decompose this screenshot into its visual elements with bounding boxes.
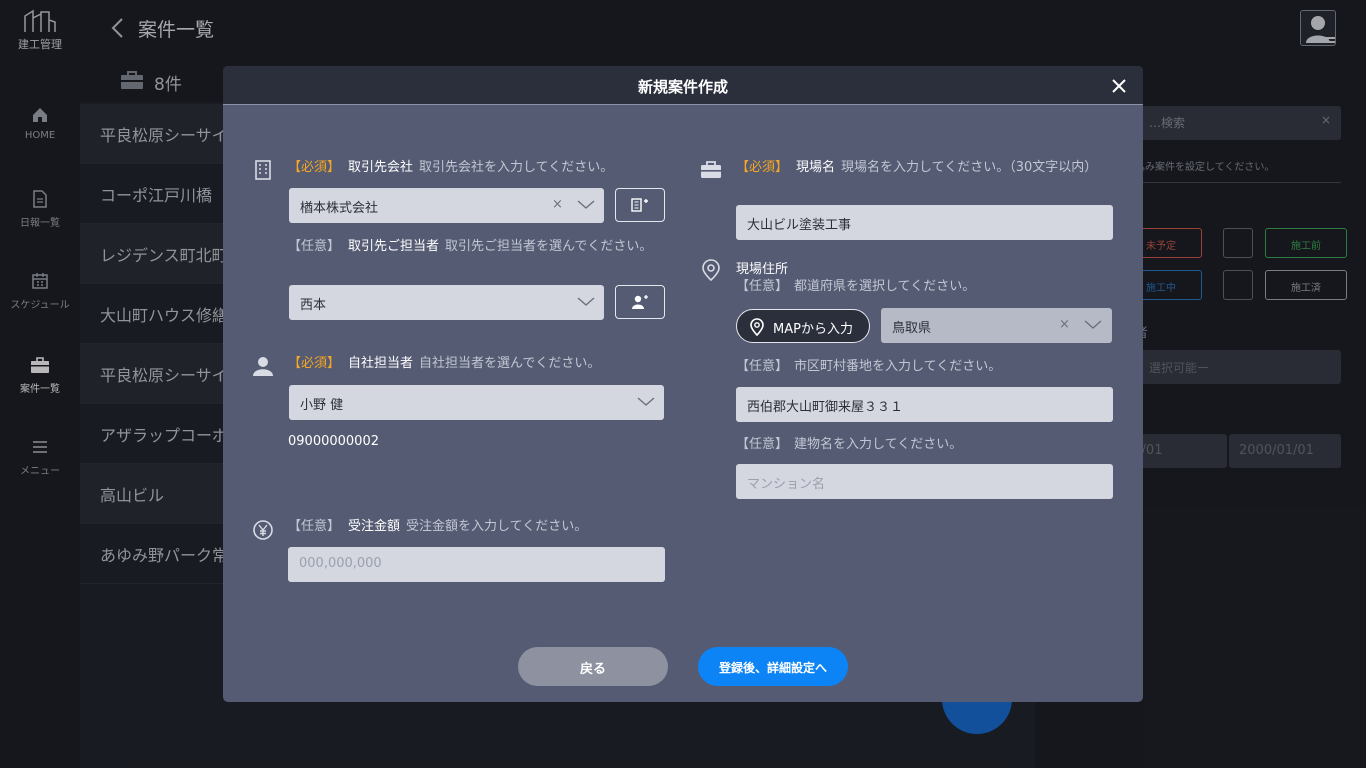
yen-icon	[253, 520, 273, 540]
city-value: 西伯郡大山町御来屋３３１	[747, 400, 904, 415]
back-button[interactable]: 戻る	[518, 647, 668, 686]
optional-tag: 【任意】	[736, 279, 789, 294]
own-contact-label-text: 自社担当者	[348, 356, 414, 371]
modal-header: 新規案件作成	[223, 66, 1143, 105]
building-hint: 建物名を入力してください。	[794, 437, 963, 452]
prefecture-value: 鳥取県	[892, 321, 932, 336]
site-name-value: 大山ビル塗装工事	[747, 218, 852, 233]
clear-icon[interactable]: ×	[552, 197, 563, 212]
client-contact-label: 【任意】 取引先ご担当者 取引先ご担当者を選んでください。	[288, 238, 658, 255]
prefecture-select[interactable]: 鳥取県 ×	[881, 308, 1112, 343]
person-icon	[253, 357, 273, 376]
optional-tag: 【任意】	[288, 239, 341, 254]
client-contact-select[interactable]: 西本	[289, 285, 604, 320]
modal-title: 新規案件作成	[637, 78, 728, 96]
client-contact-hint: 取引先ご担当者を選んでください。	[445, 239, 653, 254]
own-contact-hint: 自社担当者を選んでください。	[419, 356, 601, 371]
optional-tag: 【任意】	[736, 359, 789, 374]
site-name-label-text: 現場名	[796, 160, 836, 175]
city-input[interactable]: 西伯郡大山町御来屋３３１	[736, 387, 1113, 422]
add-person-icon	[632, 295, 648, 309]
own-contact-label: 【必須】 自社担当者 自社担当者を選んでください。	[288, 355, 600, 372]
amount-label: 【任意】 受注金額 受注金額を入力してください。	[288, 518, 587, 535]
building-label: 【任意】 建物名を入力してください。	[736, 436, 962, 453]
own-contact-value: 小野 健	[300, 398, 344, 413]
chevron-down-icon[interactable]	[577, 294, 595, 308]
add-client-button[interactable]	[615, 188, 665, 222]
amount-hint: 受注金額を入力してください。	[406, 519, 588, 534]
new-project-modal: 新規案件作成 【必須】 取引先会社 取引先会社を入力してください。 楢本株式会社 ×…	[223, 66, 1143, 702]
add-client-contact-button[interactable]	[615, 285, 665, 319]
building-placeholder: マンション名	[747, 477, 826, 492]
prefecture-label: 【任意】 都道府県を選択してください。	[736, 278, 975, 295]
prefecture-hint: 都道府県を選択してください。	[794, 279, 976, 294]
site-address-label: 現場住所	[736, 262, 789, 277]
required-tag: 【必須】	[288, 356, 341, 371]
amount-label-text: 受注金額	[348, 519, 401, 534]
client-value: 楢本株式会社	[300, 201, 379, 216]
building-icon	[255, 160, 271, 180]
map-button-label: MAPから入力	[773, 322, 853, 337]
chevron-down-icon[interactable]	[1084, 317, 1102, 331]
location-pin-icon	[702, 259, 720, 282]
close-icon[interactable]	[1109, 76, 1129, 96]
clear-icon[interactable]: ×	[1059, 317, 1070, 332]
site-name-input[interactable]: 大山ビル塗装工事	[736, 205, 1113, 240]
own-contact-select[interactable]: 小野 健	[289, 385, 664, 420]
own-contact-phone: 09000000002	[288, 434, 379, 449]
add-building-icon	[631, 198, 648, 212]
required-tag: 【必須】	[736, 160, 789, 175]
client-label: 【必須】 取引先会社 取引先会社を入力してください。	[288, 159, 613, 176]
client-label-text: 取引先会社	[348, 160, 414, 175]
amount-placeholder: 000,000,000	[299, 556, 382, 571]
building-input[interactable]: マンション名	[736, 464, 1113, 499]
register-and-detail-button[interactable]: 登録後、詳細設定へ	[698, 647, 848, 686]
city-label: 【任意】 市区町村番地を入力してください。	[736, 358, 1001, 375]
client-contact-label-text: 取引先ご担当者	[348, 239, 440, 254]
site-name-hint: 現場名を入力してください。（30文字以内）	[841, 160, 1098, 175]
optional-tag: 【任意】	[288, 519, 341, 534]
chevron-down-icon[interactable]	[577, 197, 595, 211]
map-input-button[interactable]: MAPから入力	[736, 309, 870, 343]
site-name-label: 【必須】 現場名 現場名を入力してください。（30文字以内）	[736, 159, 1116, 176]
optional-tag: 【任意】	[736, 437, 789, 452]
chevron-down-icon[interactable]	[637, 394, 655, 408]
client-hint: 取引先会社を入力してください。	[419, 160, 614, 175]
city-hint: 市区町村番地を入力してください。	[794, 359, 1002, 374]
client-select[interactable]: 楢本株式会社 ×	[289, 188, 604, 223]
required-tag: 【必須】	[288, 160, 341, 175]
client-contact-value: 西本	[300, 298, 327, 313]
amount-input[interactable]: 000,000,000	[288, 547, 665, 582]
location-pin-icon	[750, 318, 764, 336]
briefcase-icon	[701, 161, 721, 178]
